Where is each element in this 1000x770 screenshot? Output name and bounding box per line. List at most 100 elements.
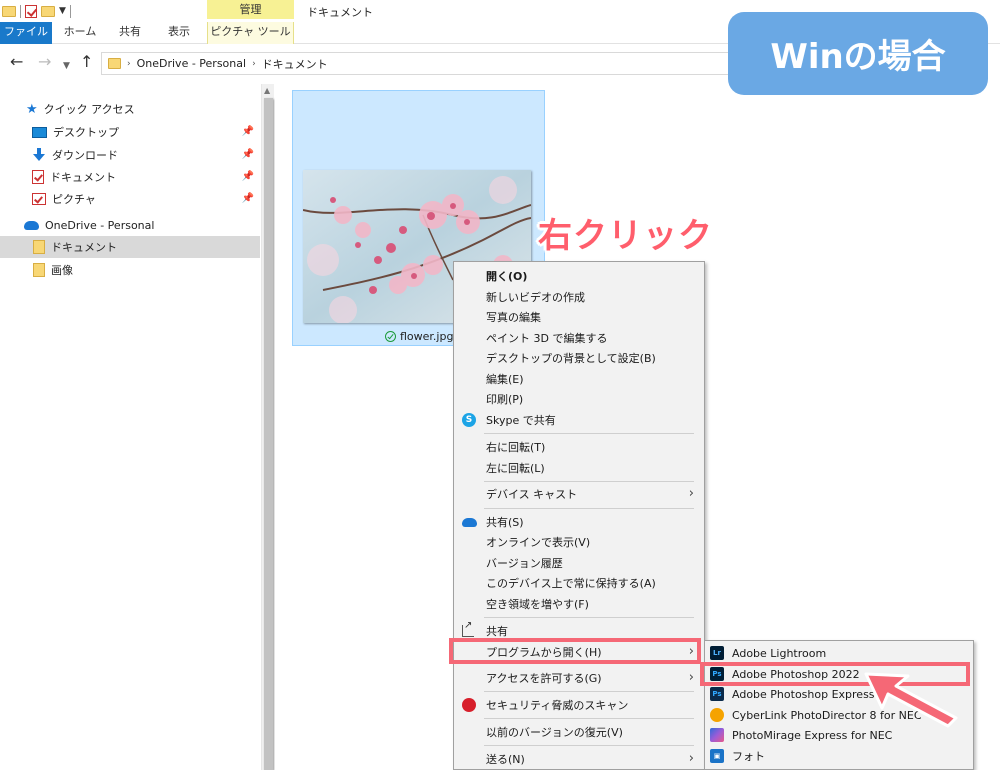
divider	[20, 4, 21, 18]
sidebar-item-onedrive-documents[interactable]: ドキュメント	[0, 236, 260, 258]
address-bar[interactable]: › OneDrive - Personal › ドキュメント	[101, 52, 801, 75]
onedrive-icon	[24, 220, 39, 230]
photoshop-express-icon: Ps	[710, 687, 724, 701]
new-folder-icon[interactable]	[41, 5, 55, 17]
menu-divider	[484, 745, 694, 746]
sidebar-item-downloads[interactable]: ダウンロード 📌	[0, 144, 260, 166]
photomirage-icon	[710, 728, 724, 742]
submenu-item-lightroom[interactable]: Lr Adobe Lightroom	[705, 643, 973, 663]
menu-item-always-keep[interactable]: このデバイス上で常に保持する(A)	[454, 573, 704, 593]
menu-item-set-background[interactable]: デスクトップの背景として設定(B)	[454, 348, 704, 368]
menu-item-rotate-left[interactable]: 左に回転(L)	[454, 458, 704, 478]
menu-divider	[484, 433, 694, 434]
right-click-callout: 右クリック	[538, 216, 713, 256]
recent-locations-icon[interactable]: ▼	[63, 58, 70, 74]
menu-item-label: 送る(N)	[486, 753, 525, 766]
sidebar-item-desktop[interactable]: デスクトップ 📌	[0, 121, 260, 143]
menu-item-label: アクセスを許可する(G)	[486, 672, 602, 685]
desktop-icon	[32, 126, 47, 138]
window-title: ドキュメント	[307, 6, 373, 19]
sidebar-item-pictures[interactable]: ピクチャ 📌	[0, 188, 260, 210]
navigation-pane: ★ クイック アクセス デスクトップ 📌 ダウンロード 📌 ドキュメント 📌 ピ…	[0, 84, 262, 770]
breadcrumb-onedrive[interactable]: OneDrive - Personal	[137, 57, 246, 70]
forward-arrow-icon[interactable]: →	[38, 54, 51, 70]
menu-item-label: 共有(S)	[486, 516, 524, 529]
scroll-up-icon[interactable]: ▲	[264, 86, 270, 95]
chevron-right-icon[interactable]: ›	[127, 59, 131, 69]
tab-share[interactable]: 共有	[106, 22, 154, 44]
menu-item-security-scan[interactable]: セキュリティ脅威のスキャン	[454, 695, 704, 715]
photos-app-icon: ▣	[710, 749, 724, 763]
file-name: flower.jpg	[400, 330, 454, 343]
sidebar-item-documents[interactable]: ドキュメント 📌	[0, 166, 260, 188]
security-shield-icon	[462, 698, 476, 712]
menu-item-rotate-right[interactable]: 右に回転(T)	[454, 437, 704, 457]
menu-divider	[484, 481, 694, 482]
pin-icon[interactable]: 📌	[242, 171, 254, 182]
documents-icon	[32, 170, 44, 184]
divider	[69, 4, 71, 18]
back-arrow-icon[interactable]: ←	[10, 54, 23, 70]
sidebar-item-images[interactable]: 画像	[0, 259, 260, 281]
menu-item-edit-photo[interactable]: 写真の編集	[454, 307, 704, 327]
pin-icon[interactable]: 📌	[242, 193, 254, 204]
folder-icon	[33, 240, 45, 254]
menu-item-paint3d[interactable]: ペイント 3D で編集する	[454, 328, 704, 348]
pin-icon[interactable]: 📌	[242, 149, 254, 160]
scrollbar-thumb[interactable]	[264, 98, 273, 770]
submenu-item-label: Adobe Photoshop Express	[732, 687, 875, 701]
sidebar-item-label: デスクトップ	[53, 126, 119, 139]
submenu-item-photomirage[interactable]: PhotoMirage Express for NEC	[705, 725, 973, 745]
up-arrow-icon[interactable]: ↑	[80, 54, 93, 70]
sidebar-item-onedrive[interactable]: OneDrive - Personal	[0, 214, 260, 236]
menu-item-version-history[interactable]: バージョン履歴	[454, 553, 704, 573]
tab-view[interactable]: 表示	[154, 22, 204, 44]
sidebar-item-quick-access[interactable]: ★ クイック アクセス	[0, 98, 260, 120]
chevron-right-icon[interactable]: ›	[252, 59, 256, 69]
customize-dropdown-icon[interactable]: ▼	[59, 6, 66, 16]
sync-ok-icon	[385, 331, 396, 342]
star-icon: ★	[26, 101, 38, 117]
menu-item-new-video[interactable]: 新しいビデオの作成	[454, 287, 704, 307]
menu-item-label: セキュリティ脅威のスキャン	[486, 699, 629, 712]
tab-file[interactable]: ファイル	[0, 22, 52, 44]
onedrive-icon	[462, 518, 477, 527]
sidebar-item-label: ダウンロード	[52, 149, 118, 162]
menu-item-send-to[interactable]: 送る(N) ›	[454, 749, 704, 769]
menu-item-give-access[interactable]: アクセスを許可する(G) ›	[454, 668, 704, 688]
menu-item-device-cast[interactable]: デバイス キャスト ›	[454, 484, 704, 504]
menu-item-onedrive-share[interactable]: 共有(S)	[454, 512, 704, 532]
menu-item-edit[interactable]: 編集(E)	[454, 369, 704, 389]
sidebar-scrollbar[interactable]: ▲	[261, 84, 274, 770]
submenu-item-photos[interactable]: ▣ フォト	[705, 746, 973, 766]
sidebar-item-label: ピクチャ	[52, 193, 96, 206]
menu-item-free-space[interactable]: 空き領域を増やす(F)	[454, 594, 704, 614]
file-name-label[interactable]: flower.jpg	[385, 330, 453, 343]
folder-icon	[2, 5, 16, 17]
menu-item-print[interactable]: 印刷(P)	[454, 389, 704, 409]
tab-home[interactable]: ホーム	[54, 22, 106, 44]
quick-access-toolbar: ▼	[2, 3, 71, 19]
menu-item-open[interactable]: 開く(O)	[454, 266, 704, 286]
chevron-right-icon: ›	[688, 751, 694, 766]
breadcrumb-documents[interactable]: ドキュメント	[262, 56, 328, 72]
photodirector-icon	[710, 708, 724, 722]
tab-picture-tools[interactable]: ピクチャ ツール	[207, 22, 294, 44]
menu-item-restore-previous[interactable]: 以前のバージョンの復元(V)	[454, 722, 704, 742]
menu-item-view-online[interactable]: オンラインで表示(V)	[454, 532, 704, 552]
lightroom-icon: Lr	[710, 646, 724, 660]
context-menu: 開く(O) 新しいビデオの作成 写真の編集 ペイント 3D で編集する デスクト…	[453, 261, 705, 770]
open-with-highlight	[449, 638, 701, 664]
skype-icon: S	[462, 413, 476, 427]
submenu-item-label: Adobe Lightroom	[732, 646, 827, 660]
menu-divider	[484, 617, 694, 618]
folder-icon	[108, 58, 121, 69]
menu-item-skype-share[interactable]: S Skype で共有	[454, 410, 704, 430]
sidebar-item-label: クイック アクセス	[43, 103, 135, 116]
menu-item-label: Skype で共有	[486, 414, 556, 427]
pin-icon[interactable]: 📌	[242, 126, 254, 137]
manage-tab-header[interactable]: 管理	[207, 0, 294, 19]
menu-divider	[484, 508, 694, 509]
properties-icon[interactable]	[25, 4, 37, 18]
menu-item-label: デバイス キャスト	[486, 488, 578, 501]
